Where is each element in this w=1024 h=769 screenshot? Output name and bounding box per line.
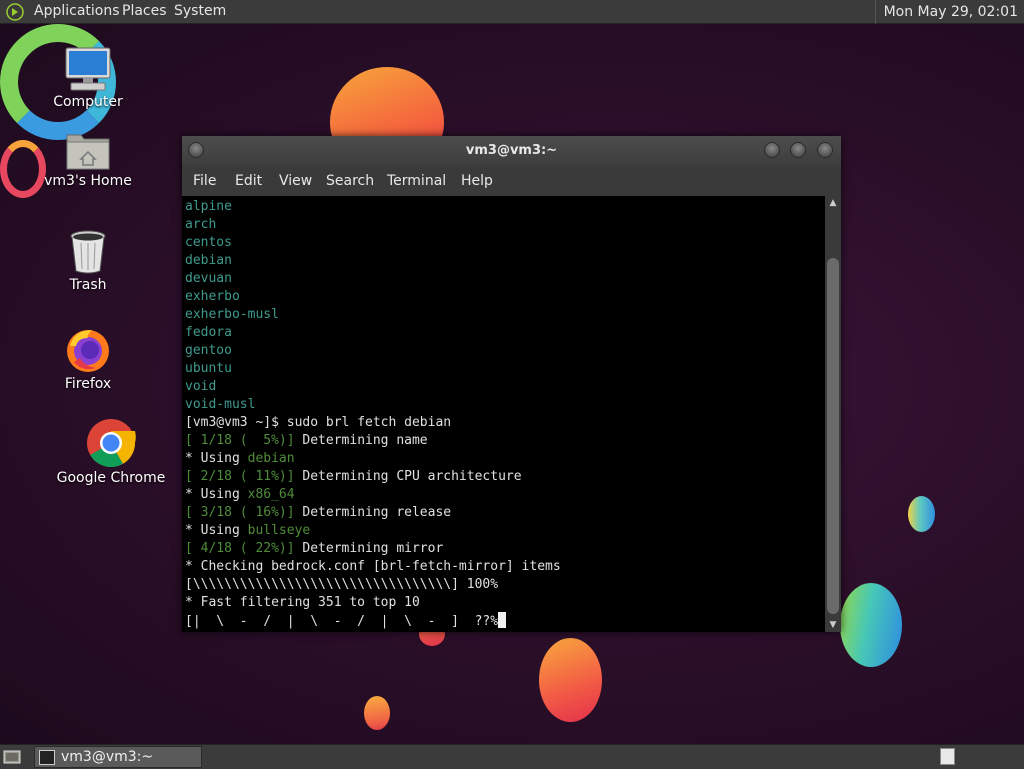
step-counter: [ 4/18 ( 22%)] [185, 541, 295, 556]
using-value: debian [247, 451, 295, 466]
wallpaper-green-blob [840, 583, 902, 667]
trash-icon [70, 230, 106, 274]
strata-item: debian [185, 253, 232, 268]
menu-file[interactable]: File [193, 173, 216, 189]
step-text: Determining CPU architecture [294, 469, 522, 484]
scroll-up-arrow-icon[interactable]: ▲ [825, 196, 841, 210]
using-prefix: * Using [185, 487, 248, 502]
distro-logo-icon[interactable] [6, 3, 24, 21]
terminal-output[interactable]: alpine arch centos debian devuan exherbo… [182, 196, 825, 632]
strata-item: fedora [185, 325, 232, 340]
wallpaper-red-blob [539, 638, 602, 722]
maximize-button[interactable] [790, 142, 806, 158]
desktop-icon-label: Computer [53, 94, 123, 110]
home-folder-icon [66, 134, 110, 170]
strata-item: centos [185, 235, 232, 250]
using-prefix: * Using [185, 523, 248, 538]
desktop-icon-trash[interactable]: Trash [33, 229, 143, 293]
system-menu[interactable]: System [174, 3, 226, 19]
chrome-icon [87, 419, 136, 468]
menu-search[interactable]: Search [326, 173, 374, 189]
desktop-icon-home[interactable]: vm3's Home [33, 129, 143, 189]
terminal-scrollbar[interactable]: ▲ ▼ [825, 196, 841, 632]
close-button[interactable] [817, 142, 833, 158]
applications-menu[interactable]: Applications [34, 3, 120, 19]
wallpaper-teal-blob [908, 496, 935, 532]
strata-item: void [185, 379, 217, 394]
desktop-icon-computer[interactable]: Computer [33, 46, 143, 110]
menu-terminal[interactable]: Terminal [387, 173, 446, 189]
using-value: bullseye [247, 523, 311, 538]
desktop-icon-label: vm3's Home [44, 173, 132, 189]
using-prefix: * Using [185, 451, 248, 466]
step-counter: [ 3/18 ( 16%)] [185, 505, 295, 520]
step-text: Determining mirror [294, 541, 444, 556]
desktop-icon-firefox[interactable]: Firefox [33, 326, 143, 392]
strata-item: arch [185, 217, 217, 232]
using-value: x86_64 [247, 487, 295, 502]
strata-item: ubuntu [185, 361, 232, 376]
terminal-titlebar[interactable]: vm3@vm3:~ [182, 136, 841, 166]
strata-item: void-musl [185, 397, 256, 412]
menu-help[interactable]: Help [461, 173, 493, 189]
clock[interactable]: Mon May 29, 02:01 [874, 0, 1024, 24]
computer-icon [65, 47, 111, 91]
scroll-thumb[interactable] [827, 258, 839, 614]
strata-item: exherbo [185, 289, 240, 304]
progress-bar-line: [\\\\\\\\\\\\\\\\\\\\\\\\\\\\\\\\\] 100% [185, 577, 499, 592]
shell-prompt: [vm3@vm3 ~]$ [185, 415, 287, 430]
taskbar-terminal-button[interactable]: vm3@vm3:~ [34, 746, 202, 768]
workspace-switcher[interactable] [940, 748, 955, 765]
bottom-panel: vm3@vm3:~ [0, 744, 1024, 769]
terminal-window[interactable]: vm3@vm3:~ File Edit View Search Terminal… [182, 136, 841, 632]
text-cursor [498, 612, 507, 628]
top-panel: Applications Places System Mon May 29, 0… [0, 0, 1024, 24]
filtering-line: * Fast filtering 351 to top 10 [185, 595, 420, 610]
wallpaper-small-blob [364, 696, 390, 730]
strata-item: gentoo [185, 343, 232, 358]
desktop-icon-label: Firefox [64, 376, 112, 392]
step-text: Determining name [294, 433, 428, 448]
desktop-icon-label: Trash [69, 277, 107, 293]
scroll-down-arrow-icon[interactable]: ▼ [825, 618, 841, 632]
terminal-menubar: File Edit View Search Terminal Help [182, 166, 841, 196]
desktop-icon-chrome[interactable]: Google Chrome [56, 418, 166, 486]
step-text: Determining release [294, 505, 452, 520]
minimize-button[interactable] [764, 142, 780, 158]
terminal-text: alpine arch centos debian devuan exherbo… [185, 198, 561, 631]
window-title: vm3@vm3:~ [465, 143, 558, 158]
checking-line: * Checking bedrock.conf [brl-fetch-mirro… [185, 559, 561, 574]
taskbar-label: vm3@vm3:~ [61, 749, 154, 765]
menu-edit[interactable]: Edit [235, 173, 262, 189]
strata-item: alpine [185, 199, 232, 214]
shell-command: sudo brl fetch debian [286, 415, 452, 430]
show-desktop-icon[interactable] [2, 747, 22, 767]
step-counter: [ 2/18 ( 11%)] [185, 469, 295, 484]
desktop-icon-label: Google Chrome [56, 470, 166, 486]
menu-view[interactable]: View [279, 173, 312, 189]
strata-item: exherbo-musl [185, 307, 279, 322]
places-menu[interactable]: Places [122, 3, 167, 19]
strata-item: devuan [185, 271, 232, 286]
spinner-line: [| \ - / | \ - / | \ - ] ??% [185, 614, 499, 629]
step-counter: [ 1/18 ( 5%)] [185, 433, 295, 448]
firefox-icon [67, 330, 109, 372]
terminal-icon [39, 750, 55, 765]
